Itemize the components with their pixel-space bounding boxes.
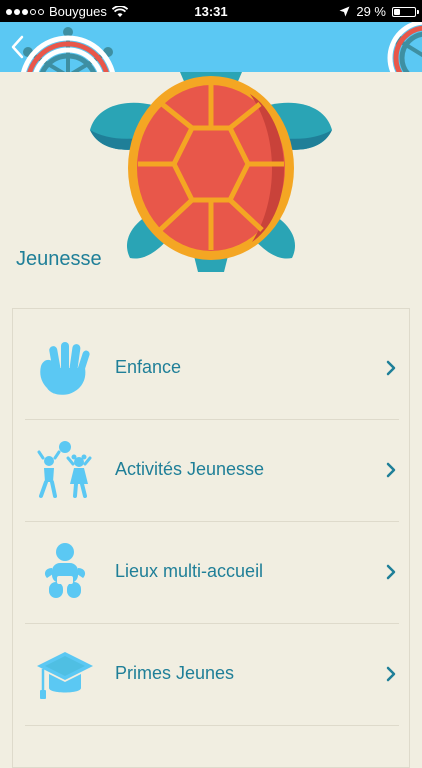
status-right: 29 %: [339, 4, 419, 19]
section-title: Jeunesse: [16, 248, 102, 270]
menu-item-label: Primes Jeunes: [115, 663, 235, 683]
menu-item-primes-jeunes[interactable]: Primes Jeunes: [25, 623, 399, 726]
location-arrow-icon: [339, 6, 350, 17]
baby-icon: [44, 543, 86, 598]
menu-item-label: Lieux multi-accueil: [115, 561, 264, 581]
menu-card: Enfance Activités Jeunesse Lieux multi-a…: [12, 308, 410, 768]
battery-percent: 29 %: [356, 4, 386, 19]
turtle-icon: [90, 72, 332, 272]
battery-level: [394, 8, 400, 15]
chevron-right-icon: [386, 666, 396, 682]
hand-icon: [40, 342, 90, 395]
back-button[interactable]: [6, 32, 30, 62]
battery-icon: [392, 6, 419, 17]
menu-item-lieux-multi-accueil[interactable]: Lieux multi-accueil: [25, 521, 399, 624]
chevron-left-icon: [11, 35, 24, 59]
children-playing-icon: [37, 441, 92, 498]
menu-item-label: Activités Jeunesse: [115, 459, 265, 479]
menu-item-label: Enfance: [115, 357, 182, 377]
chevron-right-icon: [386, 462, 396, 478]
status-bar: Bouygues 13:31 29 %: [0, 0, 422, 22]
ship-wheel-icon: [387, 22, 422, 72]
chevron-right-icon: [386, 360, 396, 376]
nav-header: [0, 22, 422, 72]
menu-item-activites-jeunesse[interactable]: Activités Jeunesse: [25, 419, 399, 522]
graduation-cap-icon: [37, 652, 93, 699]
menu-item-enfance[interactable]: Enfance: [25, 317, 399, 420]
chevron-right-icon: [386, 564, 396, 580]
